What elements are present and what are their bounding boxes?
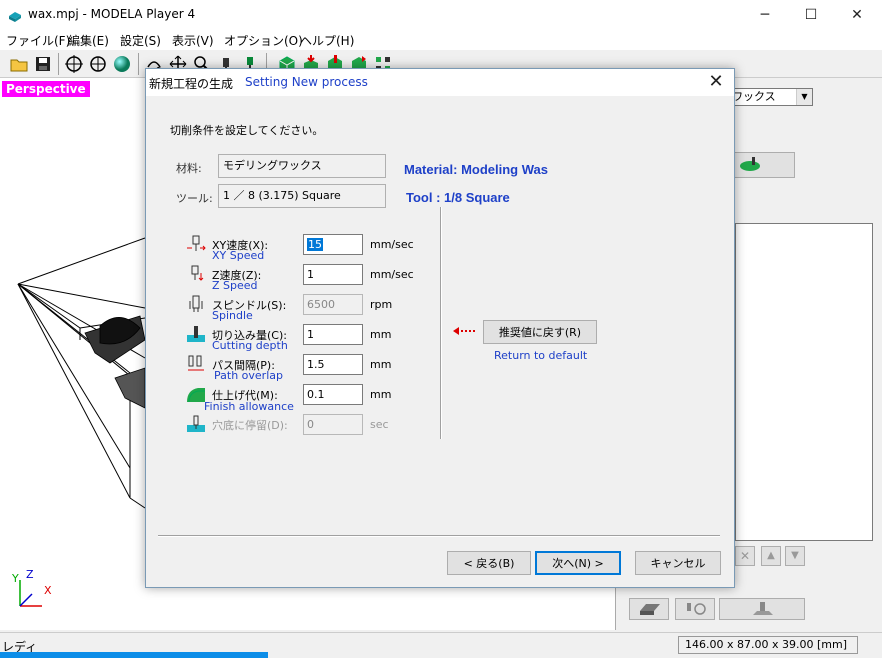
preview-button[interactable] <box>629 598 669 620</box>
arrow-left-icon <box>453 327 475 335</box>
material-select[interactable]: ワックス ▼ <box>727 88 813 106</box>
minimize-button[interactable]: ─ <box>742 0 788 30</box>
tool-check-button[interactable] <box>675 598 715 620</box>
maximize-button[interactable]: ☐ <box>788 0 834 30</box>
dwell-icon <box>187 415 205 432</box>
setting-new-process-dialog: 新規工程の生成 Setting New process ✕ 切削条件を設定してく… <box>145 68 735 588</box>
return-to-default-button[interactable]: 推奨値に戻す(R) <box>483 320 597 344</box>
process-list[interactable] <box>735 223 873 541</box>
axis-indicator: Y Z X <box>11 568 52 607</box>
cutting-depth-input[interactable]: 1 <box>303 324 363 345</box>
dwell-label: 穴底に停留(D): <box>212 419 288 432</box>
return-to-default-en: Return to default <box>494 349 588 362</box>
dwell-input: 0 <box>303 414 363 435</box>
cutting-depth-icon <box>187 326 205 342</box>
xy-speed-input[interactable]: 15 <box>303 234 363 255</box>
cutting-depth-unit: mm <box>370 328 392 341</box>
menu-help[interactable]: ヘルプ(H) <box>300 32 354 49</box>
app-icon <box>9 12 21 22</box>
preview-icon <box>640 604 660 615</box>
crosshair-icon[interactable] <box>63 53 85 75</box>
dialog-title-jp: 新規工程の生成 <box>149 77 234 91</box>
tool-field: 1 ／ 8 (3.175) Square <box>218 184 386 208</box>
axis-z-label: Z <box>26 568 34 581</box>
delete-process-button[interactable]: ✕ <box>735 546 755 566</box>
menu-edit[interactable]: 編集(E) <box>68 32 109 49</box>
spindle-label-en: Spindle <box>212 309 253 322</box>
xy-speed-unit: mm/sec <box>370 238 414 251</box>
axis-x-label: X <box>44 584 52 597</box>
finish-allowance-unit: mm <box>370 388 392 401</box>
menu-bar: ファイル(F) 編集(E) 設定(S) 表示(V) オプション(O) ヘルプ(H… <box>0 30 882 50</box>
horizontal-divider <box>158 535 720 537</box>
cancel-button[interactable]: キャンセル <box>635 551 721 575</box>
tool-annotation: Tool : 1/8 Square <box>406 190 510 205</box>
sphere-icon[interactable] <box>111 53 133 75</box>
path-overlap-icon <box>188 355 204 371</box>
dwell-unit: sec <box>370 418 389 431</box>
xy-speed-icon <box>187 235 206 251</box>
spindle-unit: rpm <box>370 298 393 311</box>
cut-icon <box>753 602 773 615</box>
spindle-input: 6500 <box>303 294 363 315</box>
status-dimensions: 146.00 x 87.00 x 39.00 [mm] <box>678 636 858 654</box>
menu-options[interactable]: オプション(O) <box>224 32 303 49</box>
spindle-icon <box>189 295 203 312</box>
move-down-button[interactable]: ▼ <box>785 546 805 566</box>
tool-label: ツール: <box>176 192 213 205</box>
path-overlap-input[interactable]: 1.5 <box>303 354 363 375</box>
z-speed-input[interactable]: 1 <box>303 264 363 285</box>
dialog-close-icon[interactable]: ✕ <box>704 71 728 93</box>
chevron-down-icon: ▼ <box>796 89 812 105</box>
menu-file[interactable]: ファイル(F) <box>6 32 70 49</box>
finish-allowance-input[interactable]: 0.1 <box>303 384 363 405</box>
finish-allowance-label-en: Finish allowance <box>204 400 294 413</box>
window-titlebar: wax.mpj - MODELA Player 4 ─ ☐ ✕ <box>0 0 882 30</box>
path-overlap-unit: mm <box>370 358 392 371</box>
xy-speed-label-en: XY Speed <box>212 249 265 262</box>
dialog-title-en: Setting New process <box>245 75 368 89</box>
vertical-divider <box>440 207 442 439</box>
cut-button[interactable] <box>719 598 805 620</box>
axis-y-label: Y <box>11 572 19 585</box>
save-icon[interactable] <box>32 53 54 75</box>
menu-view[interactable]: 表示(V) <box>172 32 214 49</box>
move-up-button[interactable]: ▲ <box>761 546 781 566</box>
material-select-value: ワックス <box>732 90 776 103</box>
material-label: 材料: <box>176 162 202 175</box>
z-speed-icon <box>191 265 204 281</box>
taskbar-strip <box>0 652 268 658</box>
close-window-button[interactable]: ✕ <box>834 0 880 30</box>
path-overlap-label-en: Path overlap <box>214 369 283 382</box>
target-icon[interactable] <box>87 53 109 75</box>
next-button[interactable]: 次へ(N) > <box>535 551 621 575</box>
z-speed-label-en: Z Speed <box>212 279 258 292</box>
instruction-text: 切削条件を設定してください。 <box>170 124 324 137</box>
material-field: モデリングワックス <box>218 154 386 178</box>
dialog-titlebar: 新規工程の生成 Setting New process ✕ <box>146 69 734 96</box>
window-title: wax.mpj - MODELA Player 4 <box>28 7 196 21</box>
material-annotation: Material: Modeling Was <box>404 162 548 177</box>
tool-check-icon <box>687 603 706 615</box>
material-icon <box>740 157 760 171</box>
back-button[interactable]: < 戻る(B) <box>447 551 531 575</box>
finish-allowance-icon <box>187 388 205 403</box>
z-speed-unit: mm/sec <box>370 268 414 281</box>
panel-button-top[interactable] <box>727 152 795 178</box>
cutting-depth-label-en: Cutting depth <box>212 339 288 352</box>
menu-settings[interactable]: 設定(S) <box>120 32 161 49</box>
open-folder-icon[interactable] <box>8 53 30 75</box>
xy-speed-value: 15 <box>307 238 323 251</box>
